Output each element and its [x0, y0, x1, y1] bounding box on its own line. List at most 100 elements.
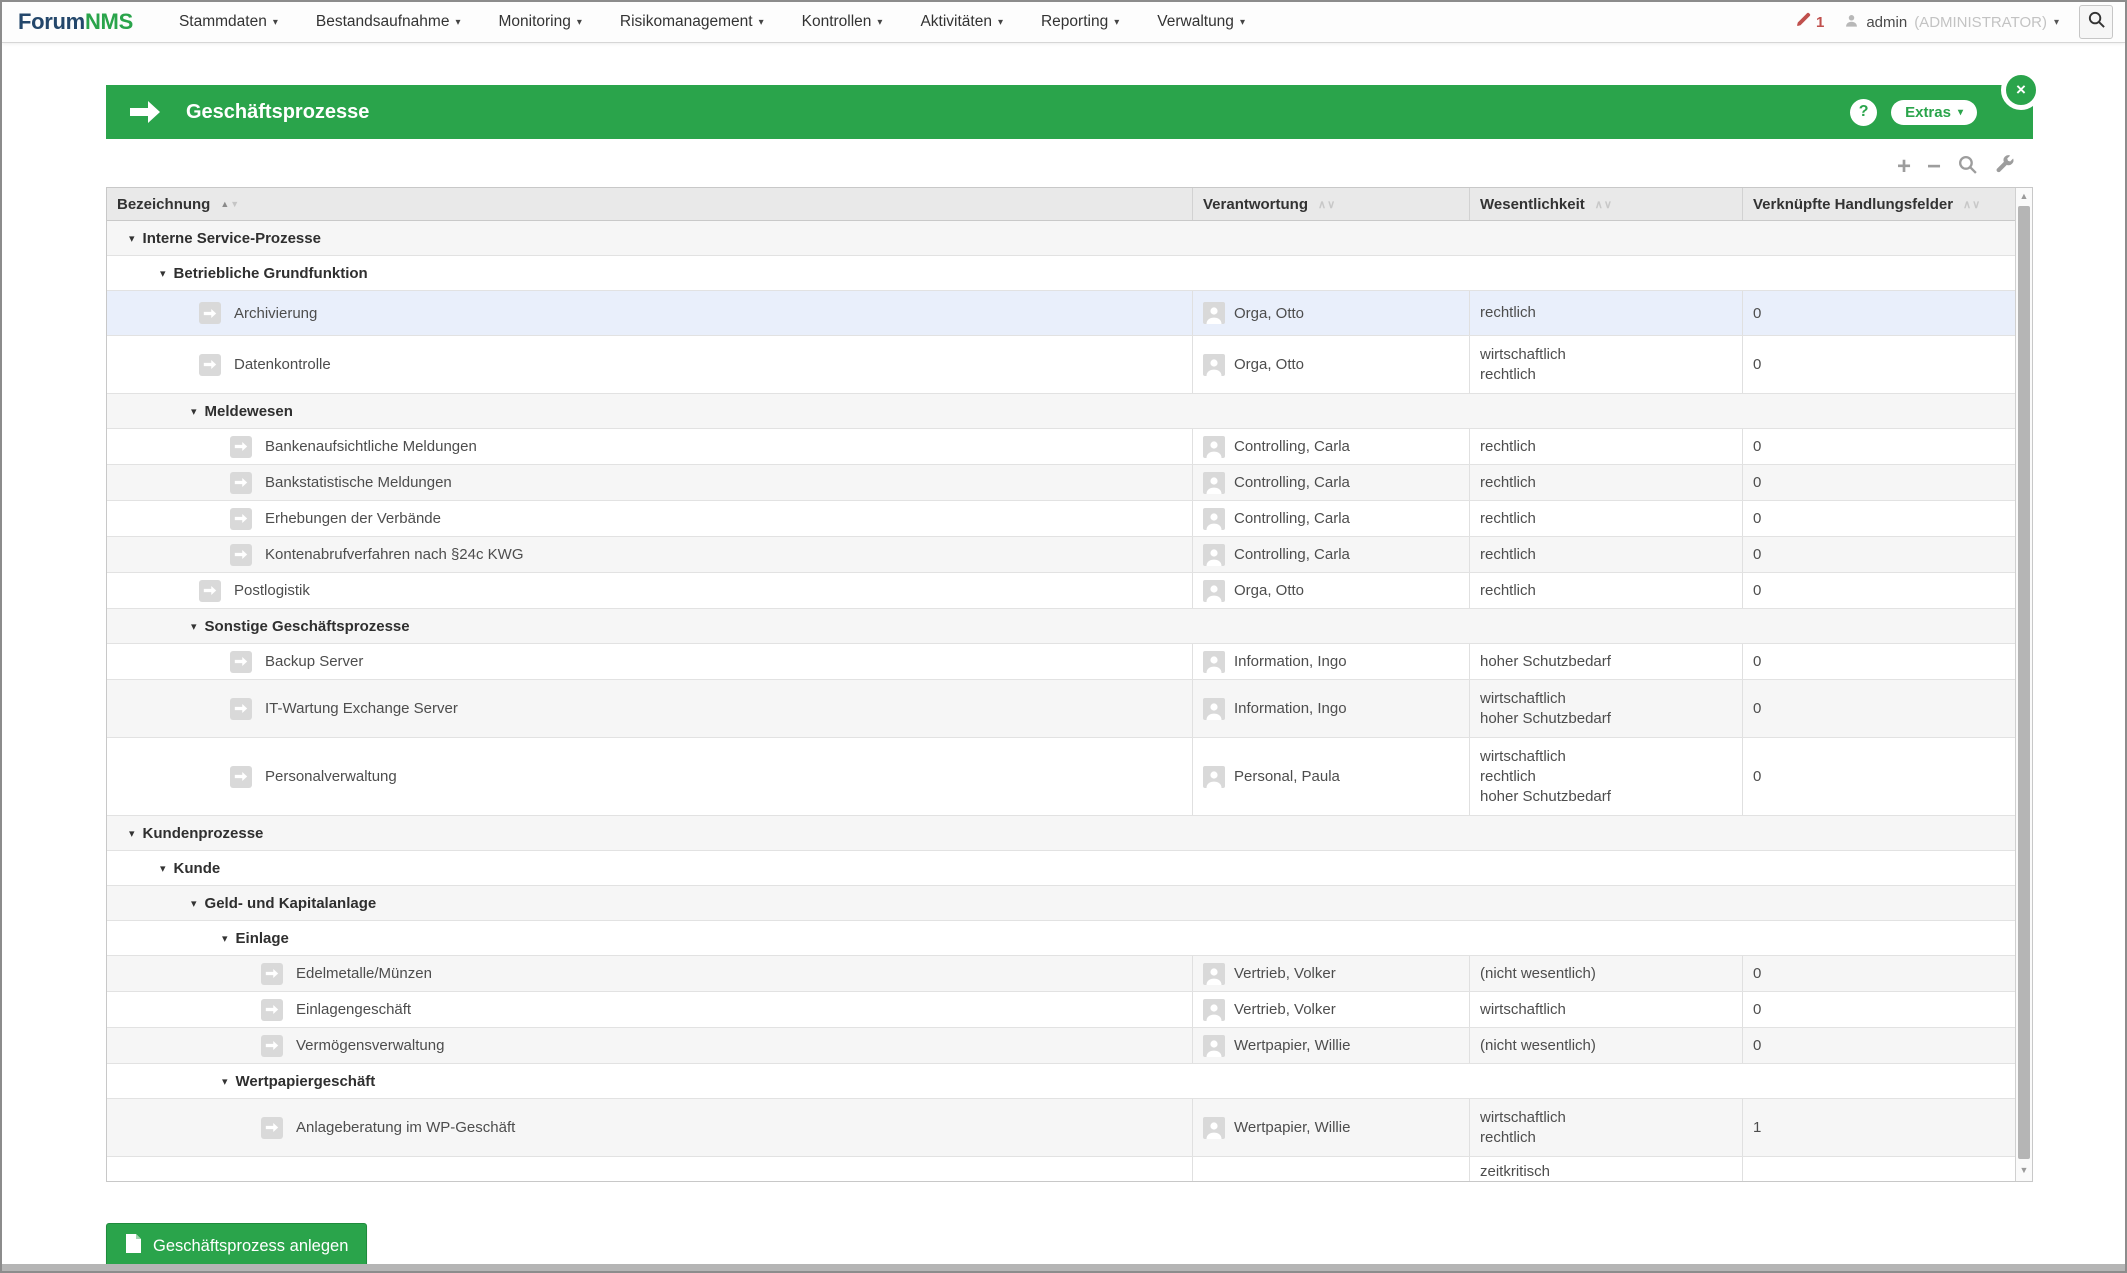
- menu-item-reporting[interactable]: Reporting▾: [1041, 13, 1119, 31]
- column-header-label: Verknüpfte Handlungsfelder: [1753, 196, 1953, 213]
- chevron-down-icon: ▾: [877, 17, 882, 28]
- group-row[interactable]: ▾ Kundenprozesse: [107, 816, 2015, 851]
- process-row[interactable]: EinlagengeschäftVertrieb, Volkerwirtscha…: [107, 992, 2015, 1028]
- responsible-name: Controlling, Carla: [1234, 474, 1350, 491]
- person-icon: [1203, 436, 1225, 458]
- process-icon: [230, 508, 252, 530]
- process-row[interactable]: PostlogistikOrga, Ottorechtlich0: [107, 573, 2015, 609]
- column-header-3[interactable]: Wesentlichkeit∧∨: [1469, 188, 1742, 220]
- process-label[interactable]: Einlagengeschäft: [296, 1001, 411, 1018]
- group-row[interactable]: ▾Geld- und Kapitalanlage: [107, 886, 2015, 921]
- process-row[interactable]: IT-Wartung Exchange Server Information, I…: [107, 680, 2015, 738]
- column-header-1[interactable]: Bezeichnung▲▼: [107, 188, 1192, 220]
- process-label[interactable]: Kontenabrufverfahren nach §24c KWG: [265, 546, 524, 563]
- column-header-4[interactable]: Verknüpfte Handlungsfelder∧∨: [1742, 188, 2015, 220]
- help-button[interactable]: ?: [1850, 99, 1877, 126]
- responsible-name: Information, Ingo: [1234, 700, 1347, 717]
- process-name-cell: Backup Server: [107, 644, 1192, 679]
- process-row[interactable]: DatenkontrolleOrga, Ottowirtschaftlichre…: [107, 336, 2015, 394]
- menu-item-aktivitäten[interactable]: Aktivitäten▾: [920, 13, 1003, 31]
- table-settings-button[interactable]: [1994, 154, 2015, 180]
- group-label: Kundenprozesse: [143, 825, 264, 842]
- collapse-caret-icon[interactable]: ▾: [129, 827, 135, 840]
- horizontal-scrollbar[interactable]: [2, 1264, 2125, 1271]
- collapse-caret-icon[interactable]: ▾: [191, 620, 197, 633]
- group-row[interactable]: ▾Wertpapiergeschäft: [107, 1064, 2015, 1099]
- materiality-cell: (nicht wesentlich): [1469, 956, 1742, 991]
- group-row[interactable]: ▾Betriebliche Grundfunktion: [107, 256, 2015, 291]
- process-row[interactable]: Anlageberatung im WP-Geschäft Wertpapier,…: [107, 1099, 2015, 1157]
- process-row[interactable]: Kontenabrufverfahren nach §24c KWGContro…: [107, 537, 2015, 573]
- collapse-caret-icon[interactable]: ▾: [222, 932, 228, 945]
- collapse-all-button[interactable]: −: [1927, 157, 1941, 177]
- collapse-caret-icon[interactable]: ▾: [160, 862, 166, 875]
- collapse-caret-icon[interactable]: ▾: [222, 1075, 228, 1088]
- global-search-button[interactable]: [2079, 5, 2113, 39]
- chevron-down-icon: ▾: [1240, 17, 1245, 28]
- group-row[interactable]: ▾Einlage: [107, 921, 2015, 956]
- group-row[interactable]: ▾Kunde: [107, 851, 2015, 886]
- app-logo[interactable]: ForumNMS: [18, 9, 133, 35]
- materiality-value: hoher Schutzbedarf: [1480, 710, 1611, 728]
- process-label[interactable]: Personalverwaltung: [265, 768, 397, 785]
- group-row[interactable]: ▾Meldewesen: [107, 394, 2015, 429]
- process-row[interactable]: Erhebungen der VerbändeControlling, Carl…: [107, 501, 2015, 537]
- document-icon: [125, 1233, 142, 1259]
- process-label[interactable]: Archivierung: [234, 305, 317, 322]
- process-label[interactable]: Bankstatistische Meldungen: [265, 474, 452, 491]
- menu-item-risikomanagement[interactable]: Risikomanagement▾: [620, 13, 764, 31]
- scrollbar-thumb[interactable]: [2018, 206, 2030, 1159]
- process-row[interactable]: zeitkritisch: [107, 1157, 2015, 1181]
- process-name-cell: Archivierung: [107, 291, 1192, 335]
- process-row[interactable]: Bankstatistische Meldungen Controlling, C…: [107, 465, 2015, 501]
- process-label[interactable]: Vermögensverwaltung: [296, 1037, 444, 1054]
- process-row[interactable]: ArchivierungOrga, Ottorechtlich0: [107, 291, 2015, 336]
- column-header-2[interactable]: Verantwortung∧∨: [1192, 188, 1469, 220]
- process-row[interactable]: Bankenaufsichtliche MeldungenControlling…: [107, 429, 2015, 465]
- menu-item-verwaltung[interactable]: Verwaltung▾: [1157, 13, 1245, 31]
- group-label: Sonstige Geschäftsprozesse: [205, 618, 410, 635]
- scroll-up-arrow[interactable]: ▲: [2016, 191, 2032, 201]
- process-label[interactable]: IT-Wartung Exchange Server: [265, 700, 458, 717]
- process-row[interactable]: Edelmetalle/MünzenVertrieb, Volker(nicht…: [107, 956, 2015, 992]
- process-label[interactable]: Postlogistik: [234, 582, 310, 599]
- vertical-scrollbar[interactable]: ▲ ▼: [2015, 188, 2032, 1181]
- menu-item-kontrollen[interactable]: Kontrollen▾: [802, 13, 883, 31]
- responsible-name: Wertpapier, Willie: [1234, 1119, 1350, 1136]
- menu-item-bestandsaufnahme[interactable]: Bestandsaufnahme▾: [316, 13, 461, 31]
- collapse-caret-icon[interactable]: ▾: [191, 405, 197, 418]
- process-label[interactable]: Anlageberatung im WP-Geschäft: [296, 1119, 515, 1136]
- process-label[interactable]: Erhebungen der Verbände: [265, 510, 441, 527]
- collapse-caret-icon[interactable]: ▾: [191, 897, 197, 910]
- create-process-button[interactable]: Geschäftsprozess anlegen: [106, 1223, 367, 1269]
- collapse-caret-icon[interactable]: ▾: [129, 232, 135, 245]
- person-icon: [1203, 963, 1225, 985]
- collapse-caret-icon[interactable]: ▾: [160, 267, 166, 280]
- materiality-cell: hoher Schutzbedarf: [1469, 644, 1742, 679]
- process-row[interactable]: VermögensverwaltungWertpapier, Willie(ni…: [107, 1028, 2015, 1064]
- process-name-cell: Edelmetalle/Münzen: [107, 956, 1192, 991]
- person-icon: [1203, 508, 1225, 530]
- process-label[interactable]: Bankenaufsichtliche Meldungen: [265, 438, 477, 455]
- top-navbar: ForumNMS Stammdaten▾ Bestandsaufnahme▾ Mon…: [2, 2, 2125, 43]
- person-icon: [1203, 766, 1225, 788]
- process-label[interactable]: Datenkontrolle: [234, 356, 331, 373]
- group-row[interactable]: ▾Interne Service-Prozesse: [107, 221, 2015, 256]
- panel-close-button[interactable]: ×: [2001, 70, 2041, 110]
- extras-dropdown-button[interactable]: Extras ▾: [1891, 100, 1977, 125]
- scroll-down-arrow[interactable]: ▼: [2016, 1165, 2032, 1175]
- responsible-cell: Personal, Paula: [1192, 738, 1469, 815]
- menu-item-monitoring[interactable]: Monitoring▾: [498, 13, 581, 31]
- process-label[interactable]: Edelmetalle/Münzen: [296, 965, 432, 982]
- menu-item-stammdaten[interactable]: Stammdaten▾: [179, 13, 278, 31]
- table-search-button[interactable]: [1957, 154, 1978, 180]
- linked-fields-cell: 0: [1742, 291, 2015, 335]
- process-label[interactable]: Backup Server: [265, 653, 363, 670]
- process-row[interactable]: PersonalverwaltungPersonal, Paulawirtsch…: [107, 738, 2015, 816]
- pending-edits-indicator[interactable]: 1: [1794, 11, 1824, 33]
- group-row[interactable]: ▾ Sonstige Geschäftsprozesse: [107, 609, 2015, 644]
- chevron-down-icon: ▾: [759, 17, 764, 28]
- user-menu[interactable]: admin (ADMINISTRATOR) ▾: [1844, 13, 2059, 32]
- process-row[interactable]: Backup ServerInformation, Ingohoher Schu…: [107, 644, 2015, 680]
- expand-all-button[interactable]: +: [1897, 157, 1911, 177]
